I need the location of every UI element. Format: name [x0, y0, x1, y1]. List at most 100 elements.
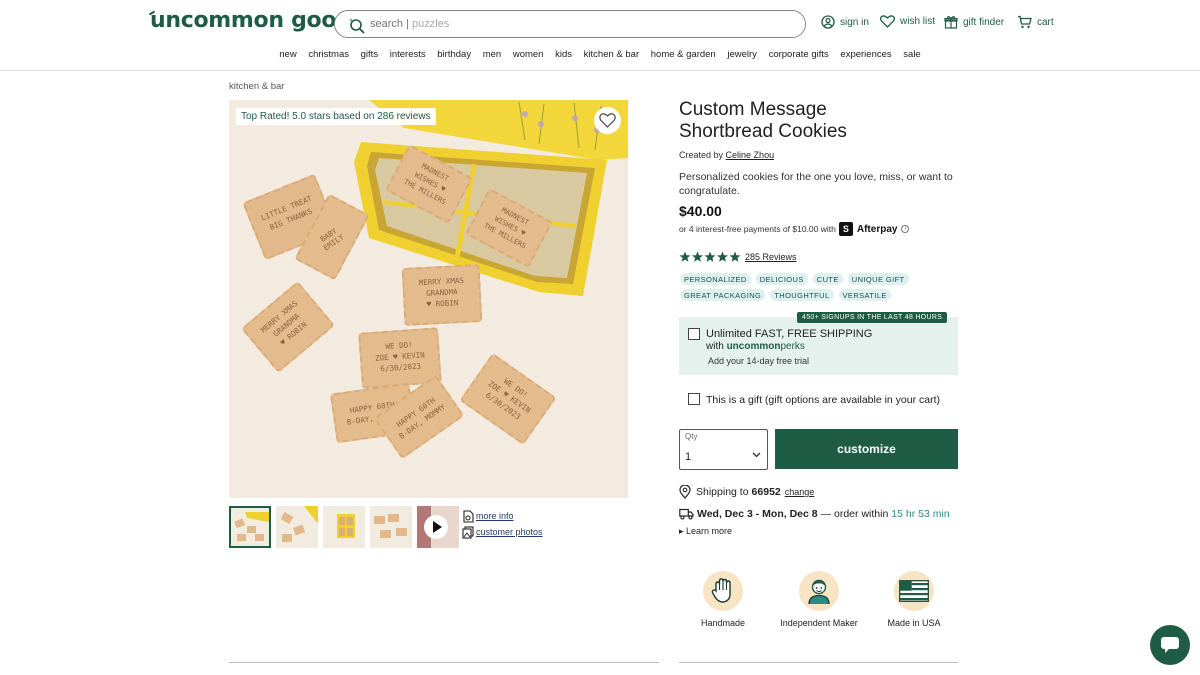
order-countdown: 15 hr 53 min: [891, 508, 950, 520]
cart-label: cart: [1037, 16, 1054, 28]
top-rated-badge: Top Rated! 5.0 stars based on 286 review…: [236, 108, 436, 125]
qty-label: Qty: [685, 432, 698, 441]
tag-cute[interactable]: CUTE: [812, 273, 843, 285]
qty-value: 1: [685, 451, 692, 463]
nav-item-home-garden[interactable]: home & garden: [651, 49, 716, 60]
reviews-link[interactable]: 285 Reviews: [745, 252, 797, 262]
perks-title: Unlimited FAST, FREE SHIPPING: [706, 328, 873, 340]
learn-more-toggle[interactable]: ▸ Learn more: [679, 526, 732, 537]
rating-row: 285 Reviews: [679, 251, 797, 263]
search-placeholder: puzzles: [412, 18, 450, 30]
sign-in-link[interactable]: sign in: [821, 15, 869, 29]
gift-option-label: This is a gift (gift options are availab…: [706, 394, 941, 406]
heart-icon: [599, 113, 616, 128]
maker-icon: [799, 571, 839, 611]
delivery-row: Wed, Dec 3 - Mon, Dec 8 — order within 1…: [679, 508, 950, 520]
thumbnail-3[interactable]: [323, 506, 365, 548]
thumbnail-2[interactable]: [276, 506, 318, 548]
tag-thoughtful[interactable]: THOUGHTFUL: [770, 289, 834, 301]
nav-item-christmas[interactable]: christmas: [308, 49, 349, 60]
nav-item-new[interactable]: new: [279, 49, 296, 60]
change-zip-link[interactable]: change: [785, 487, 815, 497]
search-bar[interactable]: search | puzzles: [334, 10, 806, 38]
product-price: $40.00: [679, 203, 722, 219]
perks-trial: Add your 14-day free trial: [708, 356, 810, 366]
perks-checkbox[interactable]: [688, 328, 700, 340]
cart-link[interactable]: cart: [1017, 15, 1054, 29]
tag-great-packaging[interactable]: GREAT PACKAGING: [680, 289, 766, 301]
breadcrumb[interactable]: kitchen & bar: [229, 81, 284, 92]
document-icon: [463, 509, 474, 523]
perks-brand-line: with uncommonperks: [706, 341, 805, 352]
feature-handmade: Handmade: [673, 571, 773, 628]
product-title: Custom Message Shortbread Cookies: [679, 99, 847, 142]
quantity-select[interactable]: Qty 1: [679, 429, 768, 470]
nav-item-experiences[interactable]: experiences: [840, 49, 891, 60]
section-divider-right: [679, 662, 958, 663]
search-icon: [348, 18, 365, 34]
thumbnail-video[interactable]: [417, 506, 459, 548]
chevron-down-icon: [752, 452, 761, 458]
nav-item-corporate-gifts[interactable]: corporate gifts: [769, 49, 829, 60]
cookie-merry-xmas-1: MERRY XMAS GRANDMA ♥ ROBIN: [401, 263, 483, 327]
gift-icon: [944, 15, 958, 29]
star-rating-icon: [679, 251, 741, 262]
tag-personalized[interactable]: PERSONALIZED: [680, 273, 751, 285]
thumbnail-1[interactable]: [229, 506, 271, 548]
tag-unique-gift[interactable]: UNIQUE GIFT: [847, 273, 909, 285]
hand-icon: [703, 571, 743, 611]
afterpay-line: or 4 interest-free payments of $10.00 wi…: [679, 222, 910, 236]
tag-versatile[interactable]: VERSATILE: [838, 289, 891, 301]
nav-item-kids[interactable]: kids: [555, 49, 572, 60]
usa-flag-icon: [894, 571, 934, 611]
thumbnail-strip: [229, 506, 459, 548]
creator-line: Created by Celine Zhou: [679, 150, 775, 160]
heart-icon: [880, 15, 895, 28]
nav-item-men[interactable]: men: [483, 49, 501, 60]
afterpay-logo[interactable]: S Afterpay: [838, 222, 897, 236]
shipping-zip: 66952: [751, 486, 781, 498]
creator-link[interactable]: Celine Zhou: [726, 150, 775, 160]
tag-list: PERSONALIZED DELICIOUS CUTE UNIQUE GIFT …: [680, 273, 960, 301]
truck-icon: [679, 508, 694, 520]
gift-checkbox[interactable]: [688, 393, 700, 405]
product-description: Personalized cookies for the one you lov…: [679, 171, 953, 197]
gallery-links: more info customer photos: [462, 508, 543, 540]
chat-button[interactable]: [1150, 625, 1190, 665]
info-icon[interactable]: i: [901, 225, 910, 233]
search-input[interactable]: search | puzzles: [370, 18, 449, 30]
nav-item-jewelry[interactable]: jewelry: [727, 49, 757, 60]
main-nav: new christmas gifts interests birthday m…: [0, 49, 1200, 60]
favorite-button[interactable]: [594, 107, 621, 134]
customize-button[interactable]: customize: [775, 429, 958, 469]
more-info-link[interactable]: more info: [462, 508, 543, 524]
site-logo[interactable]: uncommon goods: [150, 8, 365, 33]
chat-icon: [1161, 637, 1179, 653]
user-icon: [821, 15, 835, 29]
nav-item-interests[interactable]: interests: [390, 49, 426, 60]
nav-item-women[interactable]: women: [513, 49, 544, 60]
gift-finder-label: gift finder: [963, 16, 1005, 28]
signups-badge: 450+ SIGNUPS IN THE LAST 48 HOURS: [797, 312, 948, 323]
cart-icon: [1018, 15, 1032, 29]
tag-delicious[interactable]: DELICIOUS: [755, 273, 808, 285]
location-pin-icon: [679, 485, 691, 499]
nav-item-birthday[interactable]: birthday: [437, 49, 471, 60]
section-divider-left: [229, 662, 659, 663]
feature-made-in-usa: Made in USA: [864, 571, 964, 628]
product-hero-image[interactable]: LITTLE TREAT BIG THANKS BABY EMILY MERRY…: [229, 100, 628, 498]
thumbnail-4[interactable]: [370, 506, 412, 548]
feature-independent-maker: Independent Maker: [769, 571, 869, 628]
nav-item-sale[interactable]: sale: [903, 49, 920, 60]
afterpay-icon: S: [838, 222, 853, 236]
nav-item-kitchen-bar[interactable]: kitchen & bar: [584, 49, 639, 60]
site-header: uncommon goods search | puzzles sign in …: [0, 0, 1200, 71]
wish-list-link[interactable]: wish list: [880, 15, 935, 28]
customer-photos-link[interactable]: customer photos: [462, 524, 543, 540]
perks-brand: uncommon: [726, 341, 781, 352]
gift-finder-link[interactable]: gift finder: [944, 15, 1004, 29]
sign-in-label: sign in: [840, 16, 869, 28]
photos-icon: [462, 525, 474, 539]
delivery-dates: Wed, Dec 3 - Mon, Dec 8: [697, 508, 818, 520]
nav-item-gifts[interactable]: gifts: [361, 49, 378, 60]
